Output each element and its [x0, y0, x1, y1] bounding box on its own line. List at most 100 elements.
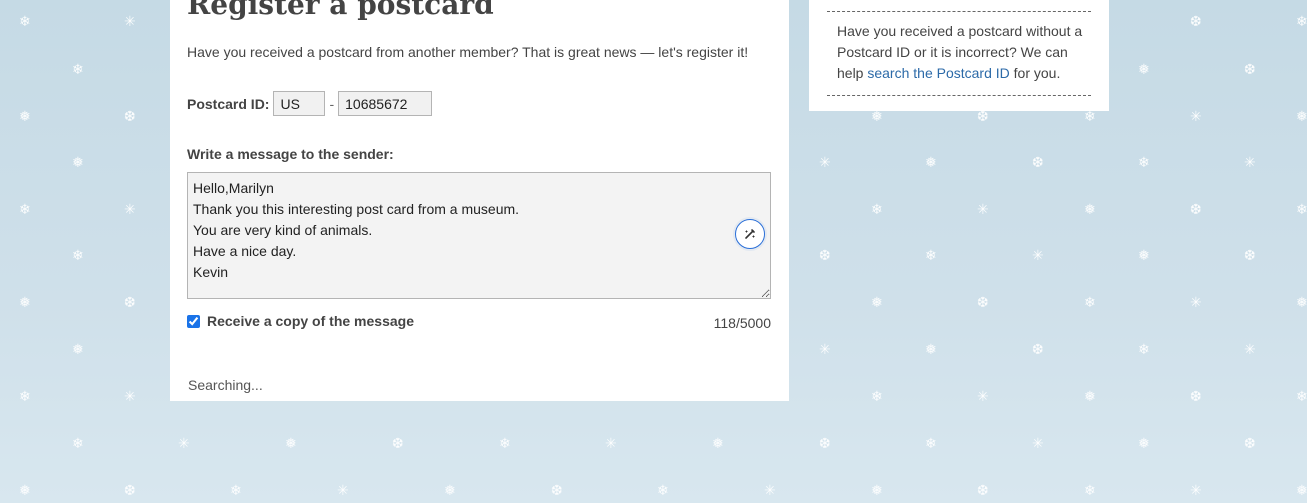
snowflake-icon: ❆: [392, 436, 404, 452]
snowflake-icon: ❄: [657, 483, 669, 499]
snowflake-icon: ❄: [1296, 202, 1307, 218]
snowflake-icon: ❄: [1084, 295, 1096, 311]
snowflake-icon: ❄: [871, 202, 883, 218]
postcard-country-input[interactable]: [273, 91, 326, 116]
snowflake-icon: ❅: [1138, 436, 1150, 452]
snowflake-icon: ❅: [285, 436, 297, 452]
divider-bottom: [827, 95, 1091, 96]
snowflake-icon: ✳: [124, 14, 136, 30]
search-status: Searching...: [188, 377, 263, 393]
snowflake-icon: ❆: [977, 109, 989, 125]
snowflake-icon: ❅: [1084, 202, 1096, 218]
snowflake-icon: ❅: [871, 109, 883, 125]
snowflake-icon: ❄: [925, 436, 937, 452]
snowflake-icon: ❆: [124, 109, 136, 125]
snowflake-icon: ❅: [712, 436, 724, 452]
snowflake-icon: ✳: [819, 155, 831, 171]
snowflake-icon: ✳: [1244, 155, 1256, 171]
snowflake-icon: ❅: [444, 483, 456, 499]
snowflake-icon: ❄: [19, 202, 31, 218]
snowflake-icon: ❄: [230, 483, 242, 499]
snowflake-icon: ✳: [178, 436, 190, 452]
snowflake-icon: ✳: [819, 342, 831, 358]
help-text: Have you received a postcard without a P…: [837, 21, 1091, 84]
snowflake-icon: ❆: [1190, 202, 1202, 218]
snowflake-icon: ❆: [124, 483, 136, 499]
pen-sparkle-icon: [745, 229, 755, 239]
snowflake-icon: ❄: [1138, 155, 1150, 171]
snowflake-icon: ❄: [1296, 14, 1307, 30]
snowflake-icon: ❆: [1244, 248, 1256, 264]
snowflake-icon: ❅: [871, 295, 883, 311]
snowflake-icon: ❅: [1138, 248, 1150, 264]
snowflake-icon: ❅: [1296, 109, 1307, 125]
snowflake-icon: ❅: [871, 483, 883, 499]
snowflake-icon: ❆: [551, 483, 563, 499]
snowflake-icon: ❄: [72, 62, 84, 78]
snowflake-icon: ❆: [124, 295, 136, 311]
snowflake-icon: ✳: [337, 483, 349, 499]
snowflake-icon: ❄: [925, 248, 937, 264]
snowflake-icon: ❄: [19, 389, 31, 405]
copy-message-checkbox[interactable]: [187, 314, 200, 328]
snowflake-icon: ❅: [925, 155, 937, 171]
grammar-assistant-button[interactable]: [735, 219, 765, 249]
snowflake-icon: ❅: [19, 109, 31, 125]
register-postcard-panel: Register a postcard Have you received a …: [170, 0, 789, 401]
copy-message-option[interactable]: Receive a copy of the message: [187, 313, 414, 329]
character-counter: 118/5000: [713, 315, 771, 331]
snowflake-icon: ❅: [925, 342, 937, 358]
intro-text: Have you received a postcard from anothe…: [187, 44, 749, 60]
help-text-end: for you.: [1009, 65, 1061, 81]
snowflake-icon: ❆: [977, 483, 989, 499]
snowflake-icon: ✳: [1190, 483, 1202, 499]
snowflake-icon: ❅: [19, 483, 31, 499]
snowflake-icon: ✳: [1032, 436, 1044, 452]
snowflake-icon: ❄: [871, 389, 883, 405]
snowflake-icon: ❅: [1296, 295, 1307, 311]
snowflake-icon: ❅: [72, 342, 84, 358]
snowflake-icon: ❅: [1084, 389, 1096, 405]
snowflake-icon: ❅: [19, 295, 31, 311]
copy-message-label: Receive a copy of the message: [207, 313, 414, 329]
snowflake-icon: ✳: [1032, 248, 1044, 264]
snowflake-icon: ✳: [977, 389, 989, 405]
snowflake-icon: ✳: [605, 436, 617, 452]
snowflake-icon: ❄: [19, 14, 31, 30]
snowflake-icon: ❆: [1244, 436, 1256, 452]
snowflake-icon: ❄: [1084, 109, 1096, 125]
postcard-number-input[interactable]: [338, 91, 433, 116]
message-label: Write a message to the sender:: [187, 146, 394, 162]
snowflake-icon: ❆: [1032, 342, 1044, 358]
snowflake-icon: ❆: [1190, 14, 1202, 30]
snowflake-icon: ✳: [1190, 295, 1202, 311]
snowflake-icon: ❅: [72, 155, 84, 171]
snowflake-icon: ❆: [819, 436, 831, 452]
postcard-id-separator: -: [329, 95, 335, 112]
snowflake-icon: ❆: [1032, 155, 1044, 171]
snowflake-icon: ❄: [499, 436, 511, 452]
search-postcard-id-link[interactable]: search the Postcard ID: [867, 65, 1009, 81]
snowflake-icon: ❄: [72, 248, 84, 264]
snowflake-icon: ❄: [1296, 389, 1307, 405]
snowflake-icon: ❄: [72, 436, 84, 452]
divider-top: [827, 11, 1091, 12]
snowflake-icon: ✳: [124, 389, 136, 405]
snowflake-icon: ❆: [977, 295, 989, 311]
postcard-id-help-panel: Have you received a postcard without a P…: [809, 0, 1109, 111]
message-textarea[interactable]: Hello,Marilyn Thank you this interesting…: [187, 172, 771, 299]
snowflake-icon: ✳: [1190, 109, 1202, 125]
snowflake-icon: ✳: [764, 483, 776, 499]
page-title: Register a postcard: [187, 0, 494, 21]
snowflake-icon: ❅: [1138, 62, 1150, 78]
snowflake-icon: ❅: [1296, 483, 1307, 499]
postcard-id-row: Postcard ID: -: [187, 91, 433, 116]
snowflake-icon: ✳: [124, 202, 136, 218]
snowflake-icon: ✳: [977, 202, 989, 218]
snowflake-icon: ❆: [1190, 389, 1202, 405]
snowflake-icon: ✳: [1244, 342, 1256, 358]
postcard-id-label: Postcard ID:: [187, 95, 270, 112]
snowflake-icon: ❆: [1244, 62, 1256, 78]
snowflake-icon: ❄: [1138, 342, 1150, 358]
snowflake-icon: ❆: [819, 248, 831, 264]
